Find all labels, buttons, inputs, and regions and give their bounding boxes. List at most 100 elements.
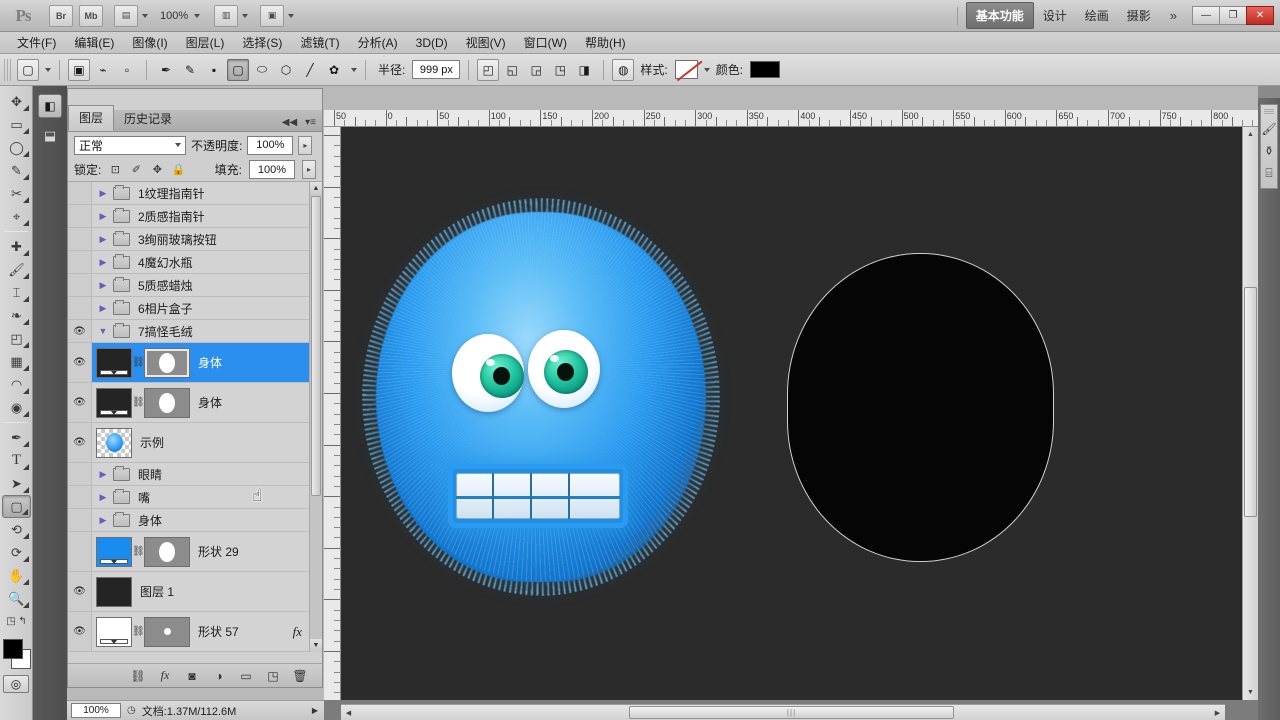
scroll-left-arrow-icon[interactable]: ◀ [341,705,356,720]
visibility-toggle[interactable] [68,182,92,204]
lock-image-pixels-icon[interactable]: ✐ [129,163,143,177]
layer-row-group-6[interactable]: ▶ 6相片盒子 [68,297,322,320]
history-icon[interactable]: ⌸ [1261,162,1277,184]
workspace-tab-photography[interactable]: 摄影 [1118,3,1160,28]
visibility-toggle[interactable]: 👁 [68,423,92,462]
collapse-arrow-icon[interactable]: ▼ [96,326,110,336]
layer-list-scrollbar[interactable]: ▲ ▼ [309,182,322,652]
zoom-chevron-down-icon[interactable] [194,13,201,18]
opacity-input[interactable]: 100% [247,135,294,155]
rounded-rectangle-icon[interactable]: ▢ [227,58,249,81]
menu-3d[interactable]: 3D(D) [407,34,457,52]
dodge-tool[interactable]: ◉ [2,396,31,419]
visibility-toggle[interactable]: 👁 [68,572,92,611]
layer-row-shape-29[interactable]: ⛓ 形状 29 [68,532,322,572]
link-mask-icon[interactable]: ⛓ [132,546,145,557]
visibility-toggle[interactable]: 👁 [68,320,92,342]
scrollbar-thumb[interactable]: ||| [629,706,954,719]
layer-mask-thumbnail[interactable] [144,616,190,647]
visibility-toggle[interactable]: 👁 [68,343,92,382]
options-bar-grip[interactable] [4,58,11,81]
blend-mode-select[interactable]: 正常 [74,135,186,155]
visibility-toggle[interactable]: 👁 [68,383,92,422]
ellipse-icon[interactable]: ⬭ [251,59,273,81]
panel-menu-icon[interactable]: ▾≡ [305,117,316,128]
vertical-ruler[interactable] [324,127,341,700]
visibility-toggle[interactable] [68,463,92,485]
lasso-tool[interactable]: ◯ [2,136,31,159]
new-group-icon[interactable]: ▭ [238,668,254,684]
style-chevron-icon[interactable] [703,67,710,72]
clone-source-icon[interactable]: ⚱ [1261,140,1277,162]
layer-thumbnail[interactable] [96,536,132,567]
layer-row-group-3[interactable]: ▶ 3绚丽玻璃按钮 [68,228,322,251]
menu-view[interactable]: 视图(V) [457,32,515,53]
subtract-from-shape-area-icon[interactable]: ◱ [501,59,523,81]
menu-edit[interactable]: 编辑(E) [65,32,123,53]
layer-row-body-selected[interactable]: 👁 ⛓ 身体 [68,343,322,383]
swap-colors-icon[interactable]: ◳ ↰ [2,610,31,633]
layer-thumbnail[interactable] [96,347,132,378]
scroll-track[interactable]: ||| [356,705,1210,720]
layer-row-group-body[interactable]: ▶ 身体 [68,509,322,532]
scroll-up-arrow-icon[interactable]: ▲ [1243,127,1258,142]
layer-thumbnail[interactable] [96,387,132,418]
navigator-icon[interactable]: ⬓ [38,124,62,148]
quick-mask-toggle-icon[interactable]: ◎ [3,675,29,693]
visibility-toggle[interactable] [68,297,92,319]
menu-file[interactable]: 文件(F) [8,32,65,53]
exclude-overlapping-icon[interactable]: ◳ [549,59,571,81]
menu-filter[interactable]: 滤镜(T) [291,32,348,53]
layer-thumbnail[interactable] [96,576,132,607]
arrange-documents-button[interactable]: ▣ [260,4,295,27]
visibility-toggle[interactable] [68,274,92,296]
minimize-button[interactable]: — [1192,6,1220,25]
layer-row-group-eyes[interactable]: ▶ 眼睛 [68,463,322,486]
visibility-toggle[interactable] [68,509,92,531]
scroll-down-arrow-icon[interactable]: ▼ [310,639,322,652]
canvas-vertical-scrollbar[interactable]: ▲ ▼ [1242,127,1258,700]
menu-window[interactable]: 窗口(W) [515,32,576,53]
link-mask-icon[interactable]: ⛓ [132,357,145,368]
layer-row-group-7[interactable]: 👁 ▼ 7搞怪毛绒 [68,320,322,343]
quick-selection-tool[interactable]: ✎ [2,159,31,182]
expand-arrow-icon[interactable]: ▶ [96,303,110,314]
tool-preset-icon[interactable]: ▢ [17,58,39,81]
layer-mask-thumbnail[interactable] [144,536,190,567]
visibility-toggle[interactable]: 👁 [68,612,92,651]
layer-mask-thumbnail[interactable] [144,387,190,418]
lock-all-icon[interactable]: 🔒 [171,163,185,177]
crop-tool[interactable]: ✂ [2,182,31,205]
layer-style-fx-icon[interactable]: fx [157,668,173,684]
collapse-panel-icon[interactable]: ◀◀ [282,117,297,128]
close-button[interactable]: ✕ [1246,6,1274,25]
dock-grip[interactable] [1264,109,1274,115]
visibility-toggle[interactable] [68,228,92,250]
add-mask-icon[interactable]: ◙ [184,668,200,684]
combine-shapes-icon[interactable]: ◨ [573,59,595,81]
history-brush-tool[interactable]: ❧ [2,304,31,327]
adjustment-layer-icon[interactable]: ◑ [211,668,227,684]
black-rounded-rectangle-shape[interactable] [788,254,1053,561]
layer-row-shape-57[interactable]: 👁 ⛓ 形状 57 fx ▾ [68,612,322,652]
lock-position-icon[interactable]: ✥ [150,163,164,177]
pen-icon[interactable]: ✒ [155,59,177,81]
horizontal-ruler[interactable]: 50 0 50 100 150 200 250 300 350 400 450 500 550 600 65… [324,110,1258,127]
visibility-toggle[interactable] [68,205,92,227]
view-extras-button[interactable]: ▤ [114,4,148,27]
expand-arrow-icon[interactable]: ▶ [96,257,110,268]
layer-row-body-2[interactable]: 👁 ⛓ 身体 [68,383,322,423]
tab-layers[interactable]: 图层 [68,105,115,131]
rounded-rectangle-tool[interactable]: ▢ [2,495,31,518]
zoom-input[interactable]: 100% [71,703,121,718]
scrollbar-thumb[interactable] [1244,287,1257,517]
menu-help[interactable]: 帮助(H) [576,32,635,53]
mini-bridge-button[interactable]: Mb [79,4,103,27]
camera-3d-tool[interactable]: ⟳ [2,541,31,564]
expand-arrow-icon[interactable]: ▶ [96,492,110,503]
expand-arrow-icon[interactable]: ▶ [96,280,110,291]
link-mask-icon[interactable]: ⛓ [132,397,145,408]
expand-arrow-icon[interactable]: ▶ [96,515,110,526]
expand-arrow-icon[interactable]: ▶ [96,234,110,245]
scrollbar-thumb[interactable] [311,196,321,496]
